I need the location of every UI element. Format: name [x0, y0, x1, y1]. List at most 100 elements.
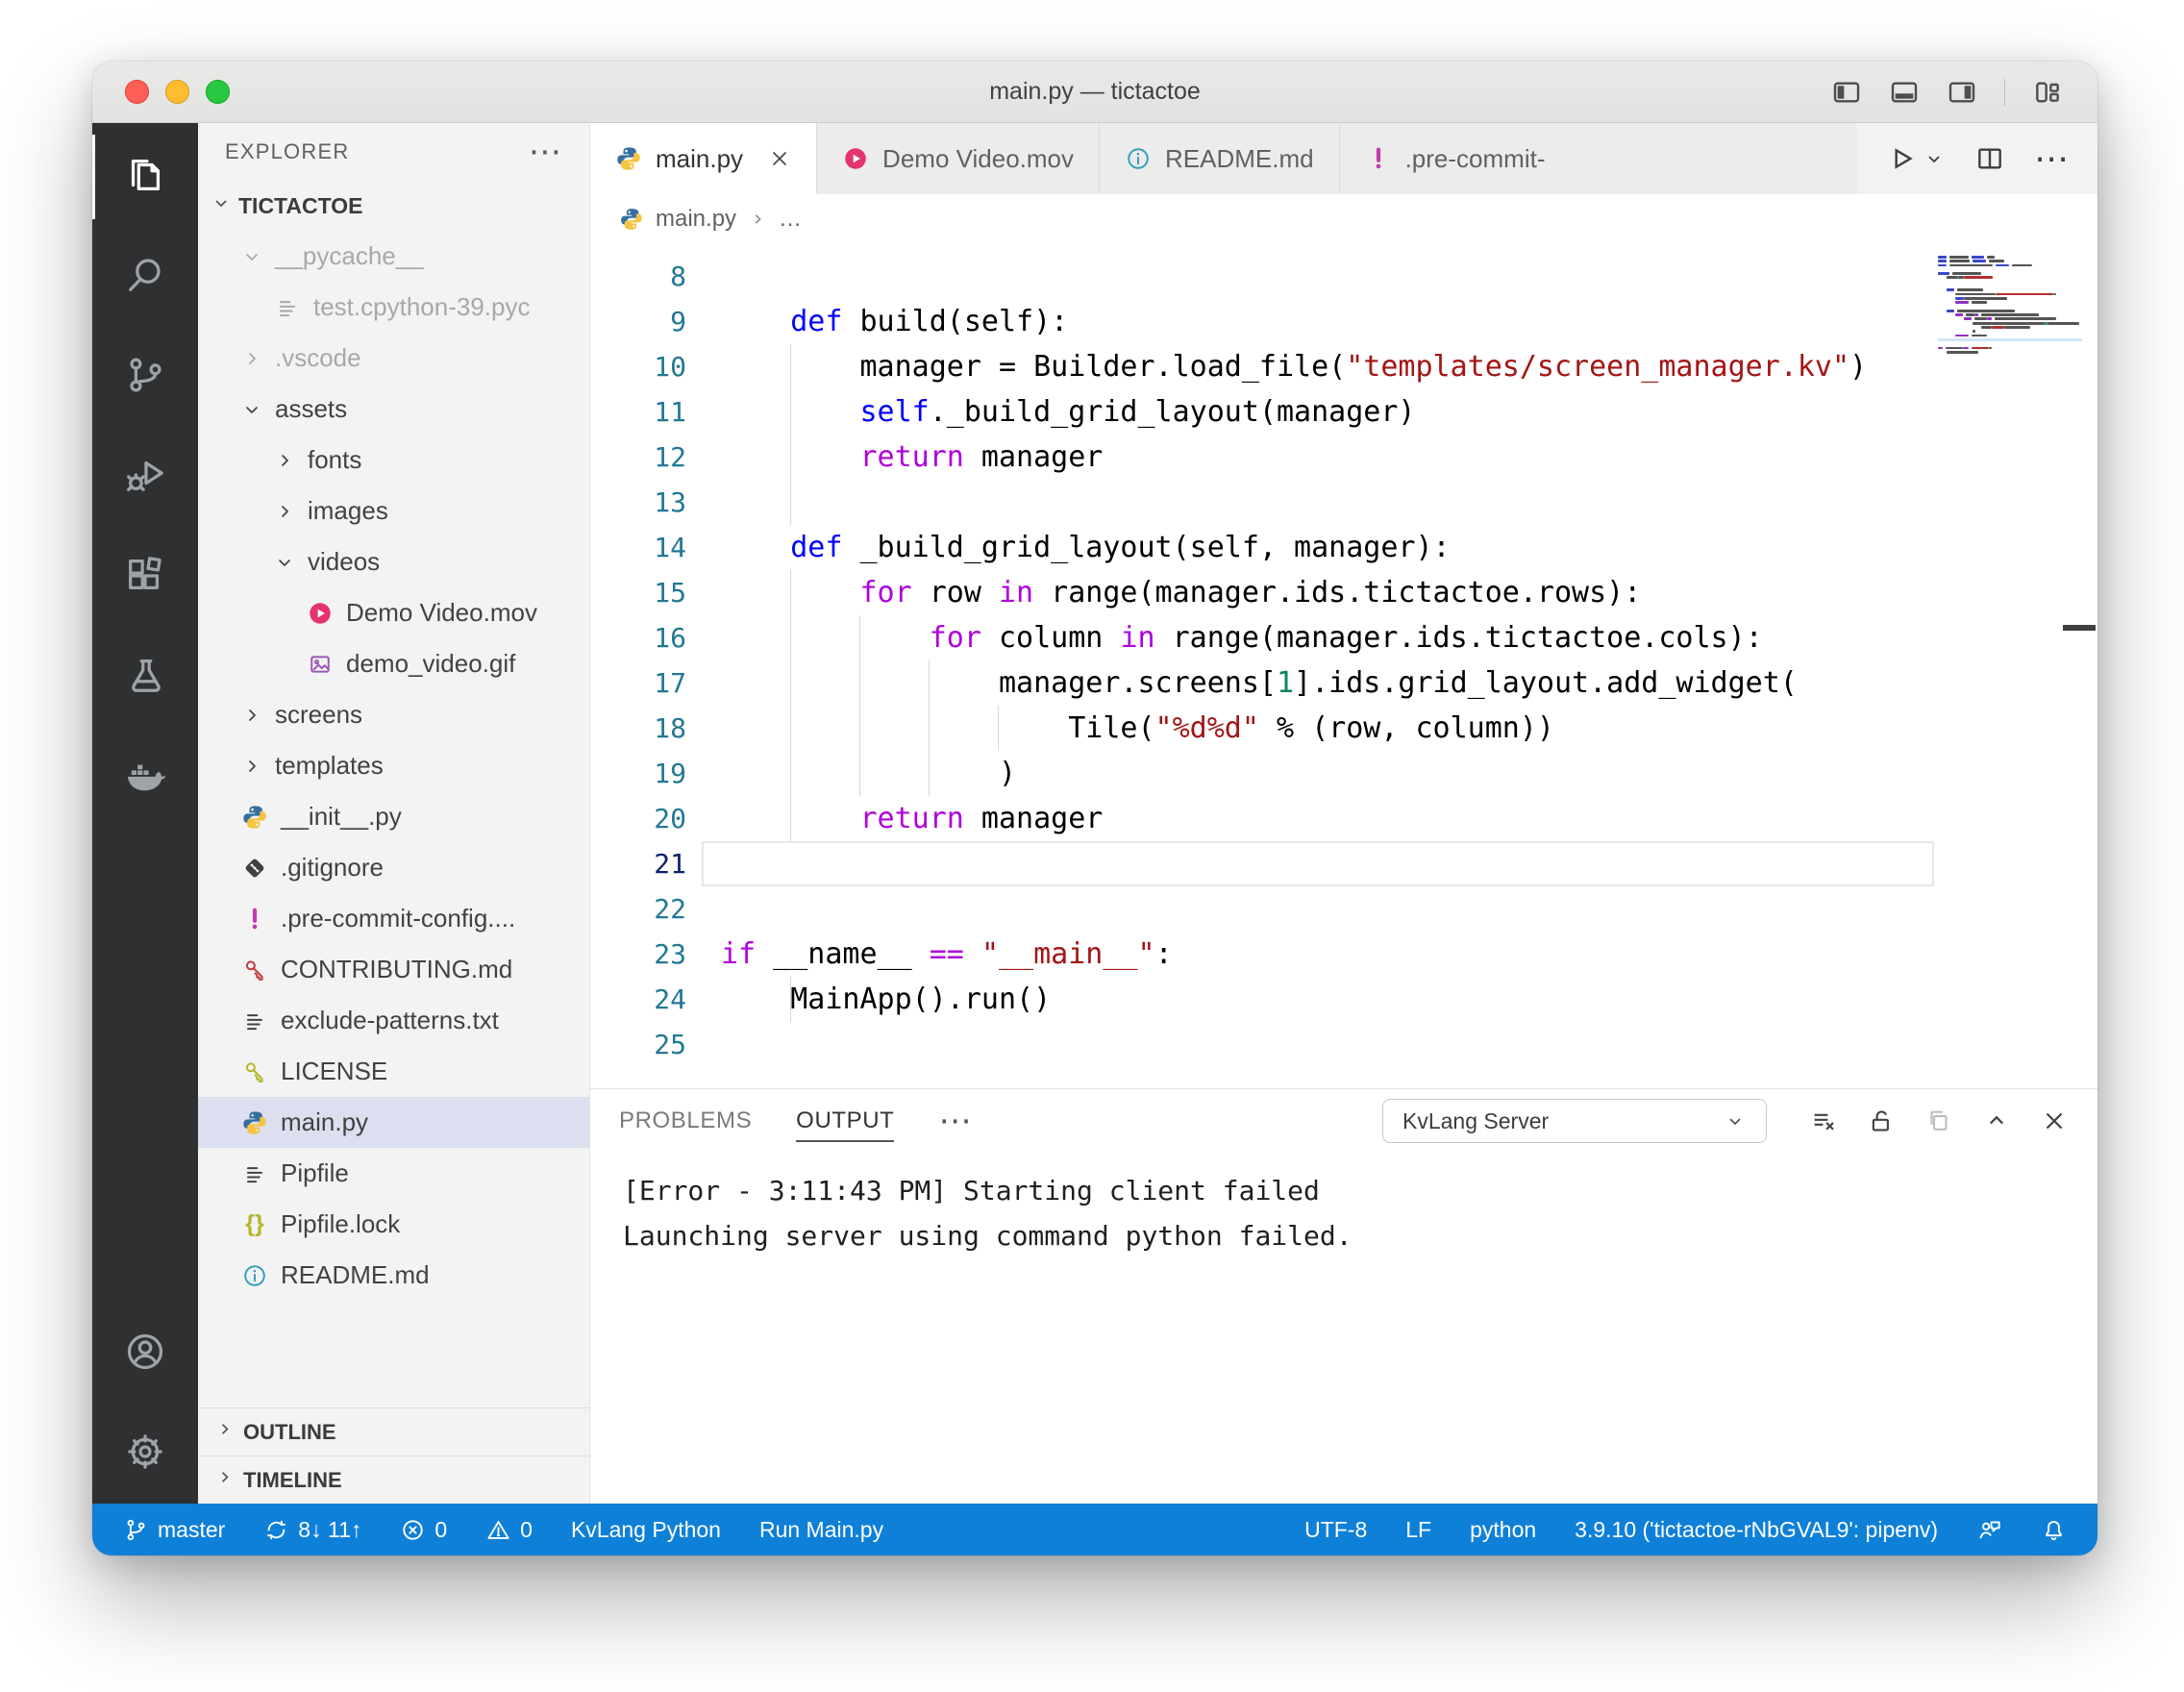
- unlock-scroll-button[interactable]: [1867, 1107, 1896, 1135]
- tree-item-test-cpython-39-pyc[interactable]: test.cpython-39.pyc: [198, 282, 589, 333]
- tree-item-vscode[interactable]: .vscode: [198, 333, 589, 384]
- code-editor[interactable]: 89 def build(self):10 manager = Builder.…: [590, 244, 2097, 1088]
- tree-item-videos[interactable]: videos: [198, 536, 589, 587]
- line-number-13[interactable]: 13: [590, 480, 686, 525]
- status-master[interactable]: master: [123, 1517, 225, 1543]
- activity-item-source-control[interactable]: [92, 327, 198, 427]
- line-number-20[interactable]: 20: [590, 796, 686, 841]
- breadcrumb-more[interactable]: …: [779, 206, 802, 233]
- tab-output[interactable]: OUTPUT: [796, 1089, 894, 1153]
- titlebar[interactable]: main.py — tictactoe: [92, 62, 2097, 123]
- tree-item-assets[interactable]: assets: [198, 384, 589, 435]
- close-window-button[interactable]: [125, 80, 149, 104]
- line-number-18[interactable]: 18: [590, 706, 686, 751]
- status-kvlang-python[interactable]: KvLang Python: [571, 1517, 721, 1543]
- timeline-section[interactable]: TIMELINE: [198, 1456, 589, 1504]
- code-line-21[interactable]: 21: [590, 841, 2097, 886]
- tree-item-contributing-md[interactable]: CONTRIBUTING.md: [198, 944, 589, 995]
- tree-item-license[interactable]: LICENSE: [198, 1046, 589, 1097]
- code-line-15[interactable]: 15 for row in range(manager.ids.tictacto…: [590, 570, 2097, 615]
- code-line-23[interactable]: 23if __name__ == "__main__":: [590, 932, 2097, 977]
- folder-section-header[interactable]: TICTACTOE: [198, 181, 589, 231]
- line-number-9[interactable]: 9: [590, 299, 686, 344]
- clear-output-button[interactable]: [1809, 1107, 1838, 1135]
- tree-item-pycache[interactable]: __pycache__: [198, 231, 589, 282]
- line-number-11[interactable]: 11: [590, 389, 686, 435]
- tree-item-fonts[interactable]: fonts: [198, 435, 589, 485]
- line-number-19[interactable]: 19: [590, 751, 686, 796]
- code-line-9[interactable]: 9 def build(self):: [590, 299, 2097, 344]
- code-line-18[interactable]: 18 Tile("%d%d" % (row, column)): [590, 706, 2097, 751]
- tree-item-demo-video-gif[interactable]: demo_video.gif: [198, 638, 589, 689]
- status-8-11[interactable]: 8↓ 11↑: [263, 1517, 361, 1543]
- code-line-11[interactable]: 11 self._build_grid_layout(manager): [590, 389, 2097, 435]
- line-number-16[interactable]: 16: [590, 615, 686, 660]
- tree-item-main-py[interactable]: main.py: [198, 1097, 589, 1148]
- tree-item-readme-md[interactable]: README.md: [198, 1250, 589, 1301]
- activity-item-docker[interactable]: [92, 727, 198, 827]
- activity-item-run-and-debug[interactable]: [92, 427, 198, 527]
- activity-item-accounts[interactable]: [92, 1304, 198, 1404]
- code-line-24[interactable]: 24 MainApp().run(): [590, 977, 2097, 1022]
- code-line-22[interactable]: 22: [590, 886, 2097, 932]
- customize-layout-icon[interactable]: [2032, 77, 2063, 108]
- status-0[interactable]: 0: [400, 1517, 447, 1543]
- editor-more-actions-button[interactable]: ⋯: [2034, 141, 2069, 176]
- panel-more-tabs-button[interactable]: ⋯: [938, 1105, 971, 1137]
- output-log[interactable]: [Error - 3:11:43 PM] Starting client fai…: [590, 1153, 2097, 1504]
- fullscreen-window-button[interactable]: [206, 80, 230, 104]
- status-python[interactable]: python: [1470, 1517, 1536, 1543]
- activity-item-extensions[interactable]: [92, 527, 198, 627]
- minimize-window-button[interactable]: [165, 80, 189, 104]
- code-line-19[interactable]: 19 ): [590, 751, 2097, 796]
- status-3-9-10-tictactoe-rnbgval9-pipenv[interactable]: 3.9.10 ('tictactoe-rNbGVAL9': pipenv): [1575, 1517, 1938, 1543]
- line-number-12[interactable]: 12: [590, 435, 686, 480]
- code-line-16[interactable]: 16 for column in range(manager.ids.ticta…: [590, 615, 2097, 660]
- open-output-in-editor-button[interactable]: [1924, 1107, 1953, 1135]
- tree-item-pre-commit-config[interactable]: .pre-commit-config....: [198, 893, 589, 944]
- line-number-22[interactable]: 22: [590, 886, 686, 932]
- breadcrumb-file[interactable]: main.py: [656, 206, 736, 233]
- activity-item-explorer[interactable]: [92, 127, 198, 227]
- close-tab-icon[interactable]: [768, 147, 791, 170]
- tree-item-gitignore[interactable]: .gitignore: [198, 842, 589, 893]
- tree-item-pipfile[interactable]: Pipfile: [198, 1148, 589, 1199]
- line-number-10[interactable]: 10: [590, 344, 686, 389]
- status-run-main-py[interactable]: Run Main.py: [759, 1517, 883, 1543]
- output-channel-select[interactable]: KvLang Server: [1382, 1099, 1767, 1143]
- tab-main-py[interactable]: main.py: [590, 123, 817, 194]
- code-line-25[interactable]: 25: [590, 1022, 2097, 1067]
- tab-readme-md[interactable]: README.md: [1100, 123, 1340, 194]
- line-number-8[interactable]: 8: [590, 254, 686, 299]
- line-number-17[interactable]: 17: [590, 660, 686, 706]
- code-line-13[interactable]: 13: [590, 480, 2097, 525]
- tab-problems[interactable]: PROBLEMS: [619, 1089, 752, 1153]
- tree-item-images[interactable]: images: [198, 485, 589, 536]
- status-feedback[interactable]: [1976, 1517, 2002, 1543]
- tree-item-templates[interactable]: templates: [198, 740, 589, 791]
- tree-item-exclude-patterns-txt[interactable]: exclude-patterns.txt: [198, 995, 589, 1046]
- toggle-left-sidebar-icon[interactable]: [1831, 77, 1862, 108]
- split-editor-button[interactable]: [1974, 143, 2005, 174]
- toggle-right-sidebar-icon[interactable]: [1947, 77, 1977, 108]
- status-bell[interactable]: [2041, 1517, 2067, 1543]
- tree-item-init-py[interactable]: __init__.py: [198, 791, 589, 842]
- activity-item-settings[interactable]: [92, 1404, 198, 1504]
- line-number-15[interactable]: 15: [590, 570, 686, 615]
- tab-pre-commit[interactable]: .pre-commit-: [1340, 123, 1571, 194]
- minimap[interactable]: [1938, 256, 2082, 359]
- close-panel-button[interactable]: [2040, 1107, 2069, 1135]
- toggle-bottom-panel-icon[interactable]: [1889, 77, 1920, 108]
- status-utf-8[interactable]: UTF-8: [1304, 1517, 1367, 1543]
- run-options-chevron-icon[interactable]: [1923, 147, 1946, 170]
- tab-demo-video-mov[interactable]: Demo Video.mov: [817, 123, 1100, 194]
- maximize-panel-button[interactable]: [1982, 1107, 2011, 1135]
- line-number-14[interactable]: 14: [590, 525, 686, 570]
- line-number-23[interactable]: 23: [590, 932, 686, 977]
- outline-section[interactable]: OUTLINE: [198, 1407, 589, 1456]
- code-line-12[interactable]: 12 return manager: [590, 435, 2097, 480]
- explorer-more-actions-button[interactable]: ⋯: [529, 136, 562, 168]
- line-number-24[interactable]: 24: [590, 977, 686, 1022]
- line-number-25[interactable]: 25: [590, 1022, 686, 1067]
- status-0[interactable]: 0: [485, 1517, 533, 1543]
